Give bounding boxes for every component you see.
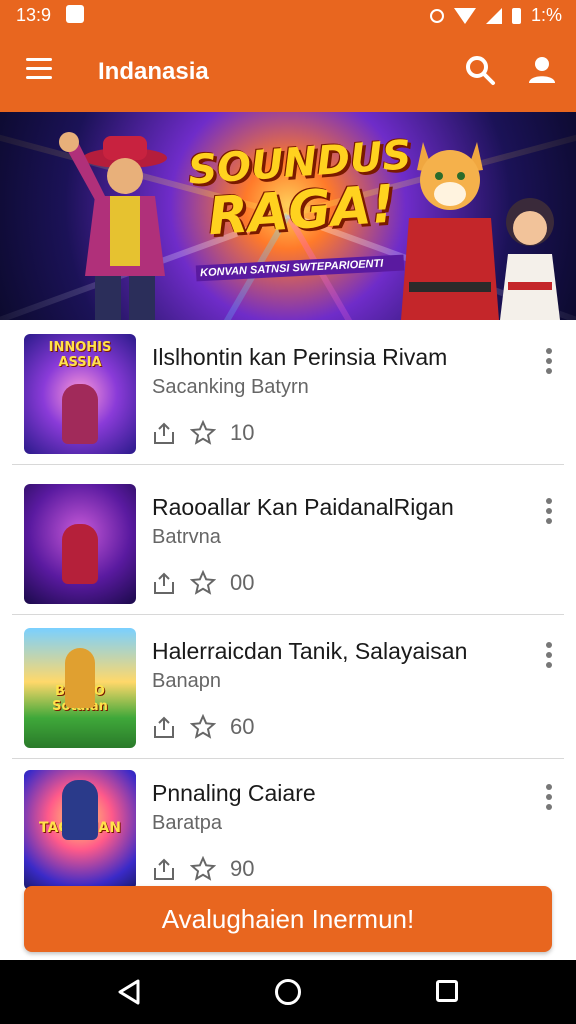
recent-apps-icon[interactable]	[436, 980, 458, 1002]
share-icon[interactable]	[152, 421, 176, 445]
battery-level: 1:%	[530, 5, 562, 25]
alarm-icon	[429, 8, 444, 23]
status-icons: 1:%	[429, 5, 562, 26]
item-count: 90	[230, 856, 255, 881]
thumbnail-figure	[62, 384, 98, 444]
list-item[interactable]: INNOHIS ASSIA Ilslhontin kan Perinsia Ri…	[12, 320, 564, 465]
share-icon[interactable]	[152, 571, 176, 595]
wifi-icon	[453, 7, 476, 24]
item-title: Ilslhontin kan Perinsia Rivam	[152, 344, 448, 370]
item-subtitle: Sacanking Batyrn	[152, 376, 309, 398]
item-actions: 10	[152, 420, 254, 446]
star-icon[interactable]	[190, 714, 216, 740]
system-nav-bar	[0, 960, 576, 1024]
star-icon[interactable]	[190, 570, 216, 596]
more-options-icon[interactable]	[546, 348, 554, 376]
star-icon[interactable]	[190, 420, 216, 446]
item-actions: 00	[152, 570, 254, 596]
more-options-icon[interactable]	[546, 642, 554, 670]
item-title: Halerraicdan Tanik, Salayaisan	[152, 638, 468, 664]
thumbnail-figure	[62, 780, 98, 840]
thumbnail-caption: INNOHIS ASSIA	[48, 340, 112, 370]
item-count: 10	[230, 420, 255, 445]
girl-character-illustration	[500, 198, 560, 320]
item-subtitle: Batrvna	[152, 526, 221, 548]
share-icon[interactable]	[152, 715, 176, 739]
item-actions: 90	[152, 856, 254, 882]
list-item[interactable]: BIOMO Sotalan Halerraicdan Tanik, Salaya…	[12, 614, 564, 759]
menu-icon[interactable]	[26, 58, 52, 80]
item-title: Pnnaling Caiare	[152, 780, 316, 806]
battery-icon	[511, 7, 521, 24]
app-bar: Indanasia	[0, 30, 576, 112]
item-thumbnail[interactable]: INNOHIS ASSIA	[24, 334, 136, 454]
status-time: 13:9	[16, 5, 52, 25]
item-count: 60	[230, 714, 255, 739]
status-bar: 13:9 1:%	[0, 0, 576, 30]
primary-action-button[interactable]: Avalughaien Inermun!	[24, 886, 552, 952]
star-icon[interactable]	[190, 856, 216, 882]
signal-icon	[485, 7, 502, 24]
more-options-icon[interactable]	[546, 784, 554, 812]
search-icon[interactable]	[464, 54, 496, 86]
hero-banner[interactable]: SOUNDUS RAGA! KONVAN SATNSI SWTEPARIOENT…	[0, 112, 576, 320]
banner-title-line2: RAGA!	[206, 174, 397, 248]
thumbnail-figure	[65, 648, 95, 708]
share-icon[interactable]	[152, 857, 176, 881]
item-thumbnail[interactable]: BIOMO Sotalan	[24, 628, 136, 748]
item-actions: 60	[152, 714, 254, 740]
list-item[interactable]: TAQUDIAN Pnnaling Caiare Baratpa 90	[12, 756, 564, 900]
home-icon[interactable]	[275, 979, 301, 1005]
account-icon[interactable]	[526, 54, 558, 86]
item-thumbnail[interactable]: TAQUDIAN	[24, 770, 136, 890]
notification-icon	[66, 5, 84, 23]
more-options-icon[interactable]	[546, 498, 554, 526]
thumbnail-figure	[62, 524, 98, 584]
app-title: Indanasia	[98, 58, 209, 85]
item-count: 00	[230, 570, 255, 595]
banner-subtitle: KONVAN SATNSI SWTEPARIOENTI	[195, 254, 405, 282]
list-item[interactable]: Raooallar Kan PaidanalRigan Batrvna 00	[12, 470, 564, 615]
banner-title: SOUNDUS RAGA!	[187, 132, 413, 248]
hero-character-illustration	[59, 132, 167, 320]
back-icon[interactable]	[116, 978, 142, 1006]
item-subtitle: Banapn	[152, 670, 221, 692]
item-title: Raooallar Kan PaidanalRigan	[152, 494, 454, 520]
item-thumbnail[interactable]	[24, 484, 136, 604]
item-subtitle: Baratpa	[152, 812, 223, 834]
